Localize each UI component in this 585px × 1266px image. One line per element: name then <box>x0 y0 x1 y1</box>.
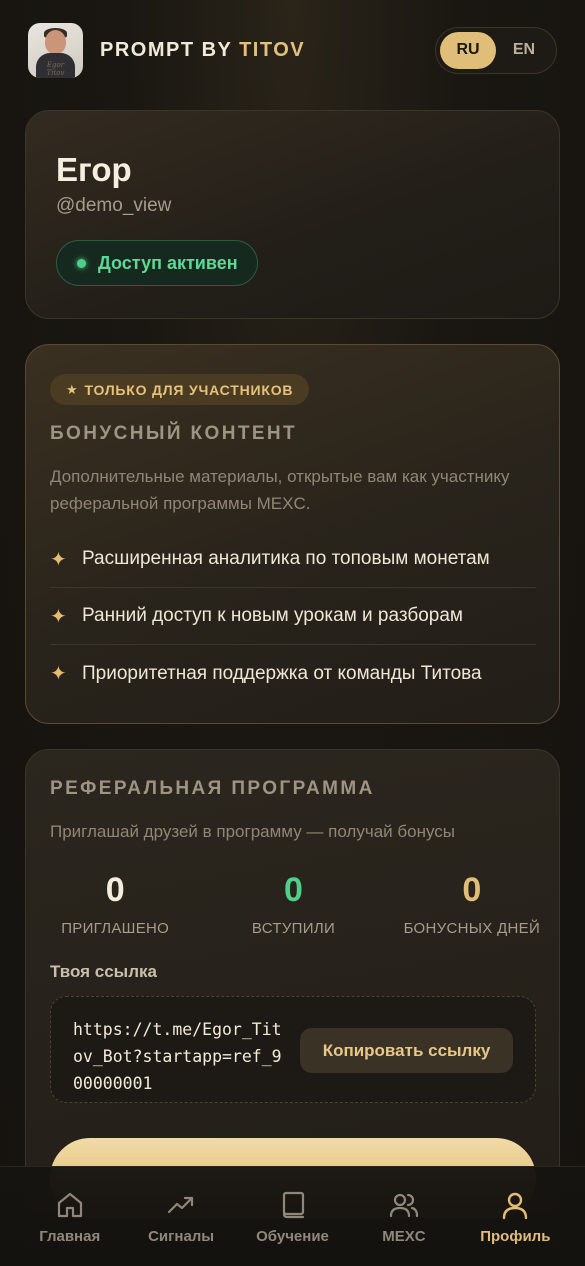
stat-joined-label: ВСТУПИЛИ <box>251 920 336 937</box>
access-status-badge: Доступ активен <box>56 240 258 286</box>
users-icon <box>389 1193 419 1218</box>
stat-bonus-days: 0 БОНУСНЫХ ДНЕЙ <box>383 868 561 937</box>
avatar[interactable]: Egor Titov <box>28 22 83 78</box>
bonus-item-label: Ранний доступ к новым урокам и разборам <box>82 605 463 626</box>
referral-description: Приглашай друзей в программу — получай б… <box>50 822 455 841</box>
referral-link-label: Твоя ссылка <box>50 962 157 981</box>
app-header: Egor Titov PROMPT BY TITOV RU EN <box>28 22 557 78</box>
sparkle-icon: ✦ <box>50 605 67 628</box>
stat-invited-value: 0 <box>105 871 125 909</box>
brand-logo-text: PROMPT BY TITOV <box>100 39 305 62</box>
copy-link-button[interactable]: Копировать ссылку <box>300 1028 513 1073</box>
nav-label-mexc: MEXC <box>382 1228 426 1245</box>
lang-ru-button[interactable]: RU <box>440 31 496 69</box>
access-status-text: Доступ активен <box>98 252 238 273</box>
nav-label-learning: Обучение <box>256 1228 329 1245</box>
avatar-face <box>45 29 66 54</box>
profile-card: Егор @demo_view Доступ активен <box>25 110 560 319</box>
stat-invited: 0 ПРИГЛАШЕНО <box>26 868 204 937</box>
referral-link-box: https://t.me/Egor_Titov_Bot?startapp=ref… <box>50 996 536 1103</box>
language-switcher: RU EN <box>435 26 557 74</box>
user-name: Егор <box>56 151 132 188</box>
nav-label-signals: Сигналы <box>148 1228 215 1245</box>
nav-item-profile[interactable]: Профиль <box>460 1167 571 1266</box>
bonus-item-label: Расширенная аналитика по топовым монетам <box>82 548 490 569</box>
members-only-label: ТОЛЬКО ДЛЯ УЧАСТНИКОВ <box>84 381 294 398</box>
list-item: ✦ Приоритетная поддержка от команды Тито… <box>50 645 536 702</box>
nav-item-home[interactable]: Главная <box>14 1167 125 1266</box>
bonus-item-label: Приоритетная поддержка от команды Титова <box>82 662 482 684</box>
brand-prefix: PROMPT BY <box>100 38 240 61</box>
bonus-description: Дополнительные материалы, открытые вам к… <box>50 467 510 513</box>
referral-section-title: РЕФЕРАЛЬНАЯ ПРОГРАММА <box>50 778 375 799</box>
lang-en-button[interactable]: EN <box>496 32 552 69</box>
book-icon <box>282 1191 304 1219</box>
stat-invited-label: ПРИГЛАШЕНО <box>61 920 170 937</box>
trend-icon <box>168 1196 194 1214</box>
list-item: ✦ Ранний доступ к новым урокам и разбора… <box>50 588 536 645</box>
members-only-tag: ★ ТОЛЬКО ДЛЯ УЧАСТНИКОВ <box>50 374 310 405</box>
profile-icon <box>503 1192 528 1220</box>
user-handle: @demo_view <box>56 195 172 216</box>
referral-link[interactable]: https://t.me/Egor_Titov_Bot?startapp=ref… <box>73 1016 285 1097</box>
bottom-nav: Главная Сигналы Обучение MEXC Профиль <box>0 1166 585 1266</box>
referral-stats: 0 ПРИГЛАШЕНО 0 ВСТУПИЛИ 0 БОНУСНЫХ ДНЕЙ <box>26 868 561 937</box>
list-item: ✦ Расширенная аналитика по топовым монет… <box>50 531 536 588</box>
sparkle-icon: ✦ <box>50 548 67 571</box>
sparkle-icon: ✦ <box>50 663 67 685</box>
stat-joined: 0 ВСТУПИЛИ <box>204 868 382 937</box>
home-icon <box>57 1192 82 1218</box>
stat-bonus-days-value: 0 <box>462 871 482 909</box>
nav-item-mexc[interactable]: MEXC <box>348 1167 459 1266</box>
star-icon: ★ <box>66 381 79 397</box>
stat-bonus-days-label: БОНУСНЫХ ДНЕЙ <box>403 920 541 937</box>
nav-item-learning[interactable]: Обучение <box>237 1167 348 1266</box>
nav-label-profile: Профиль <box>480 1228 551 1245</box>
bonus-content-card: ★ ТОЛЬКО ДЛЯ УЧАСТНИКОВ БОНУСНЫЙ КОНТЕНТ… <box>25 344 560 724</box>
nav-item-signals[interactable]: Сигналы <box>125 1167 236 1266</box>
stat-joined-value: 0 <box>284 871 303 909</box>
nav-label-home: Главная <box>39 1228 101 1245</box>
avatar-signature: Egor Titov <box>46 60 65 77</box>
bonus-section-title: БОНУСНЫЙ КОНТЕНТ <box>50 423 298 444</box>
bonus-list: ✦ Расширенная аналитика по топовым монет… <box>50 531 536 702</box>
brand-accent: TITOV <box>239 38 306 61</box>
status-dot-icon <box>77 258 86 268</box>
